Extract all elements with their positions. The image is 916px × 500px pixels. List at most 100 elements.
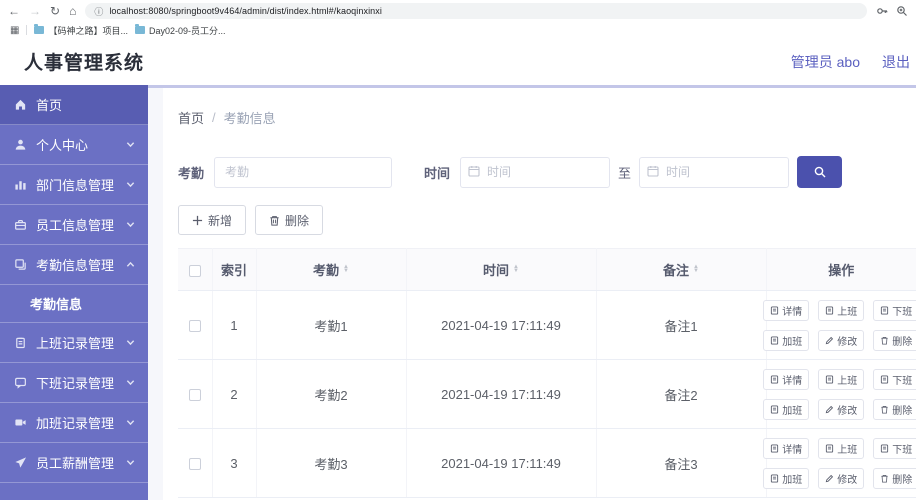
briefcase-icon [13, 218, 27, 232]
site-info-icon[interactable]: ⓘ [94, 5, 103, 18]
cell-kaoqin: 考勤2 [256, 359, 407, 429]
overtime-button[interactable]: 加班 [763, 398, 810, 420]
col-action: 操作 [766, 248, 916, 291]
sidebar-item-label: 个人中心 [36, 138, 89, 153]
doc-icon [881, 305, 889, 315]
delete-button[interactable]: 删除 [255, 205, 324, 235]
sidebar-item-department[interactable]: 部门信息管理 [0, 165, 148, 205]
chevron-down-icon [126, 180, 135, 189]
breadcrumb-current: 考勤信息 [223, 111, 276, 126]
browser-chrome: ← → ↻ ⌂ ⓘ localhost:8080/springboot9v464… [0, 0, 916, 38]
doc-icon [826, 305, 834, 315]
edit-button[interactable]: 修改 [818, 329, 865, 351]
edit-button[interactable]: 修改 [818, 398, 865, 420]
sidebar-item-attendance[interactable]: 考勤信息管理 [0, 245, 148, 285]
table-row: 1 考勤1 2021-04-19 17:11:49 备注1 详情 上班 下班 加… [178, 290, 916, 360]
kaoqin-filter-input[interactable] [214, 156, 393, 188]
apps-grid-icon[interactable]: ▦ [10, 25, 19, 36]
delete-row-button[interactable]: 删除 [873, 329, 916, 351]
clockout-button[interactable]: 下班 [873, 299, 916, 321]
col-note: 备注 ▲ ▼ [596, 248, 767, 291]
time-end-input[interactable] [639, 156, 790, 188]
home-icon [13, 98, 27, 112]
doc-icon [881, 443, 889, 453]
clockin-button[interactable]: 上班 [818, 299, 865, 321]
sidebar-item-clockin[interactable]: 上班记录管理 [0, 323, 148, 363]
edit-button[interactable]: 修改 [818, 467, 865, 489]
sidebar-item-profile[interactable]: 个人中心 [0, 125, 148, 165]
logout-link[interactable]: 退出 [882, 52, 910, 72]
clockout-button[interactable]: 下班 [873, 437, 916, 459]
breadcrumb-separator: / [212, 110, 216, 125]
sidebar-item-label: 首页 [36, 98, 63, 113]
sidebar-item-label: 上班记录管理 [36, 336, 115, 351]
sidebar-item-home[interactable]: 首页 [0, 85, 148, 125]
doc-icon [826, 443, 834, 453]
doc-icon [771, 335, 779, 345]
add-button[interactable]: 新增 [178, 205, 247, 235]
url-text: localhost:8080/springboot9v464/admin/dis… [109, 6, 382, 16]
folder-icon [134, 24, 145, 34]
send-icon [13, 456, 27, 470]
row-checkbox[interactable] [188, 458, 201, 471]
app-title: 人事管理系统 [24, 53, 145, 74]
sort-icon[interactable]: ▲ ▼ [693, 264, 699, 273]
cell-note: 备注2 [596, 359, 767, 429]
filter-bar: 考勤 时间 至 [178, 156, 916, 188]
row-checkbox[interactable] [188, 320, 201, 333]
delete-row-button[interactable]: 删除 [873, 398, 916, 420]
chevron-down-icon [126, 220, 135, 229]
cell-time: 2021-04-19 17:11:49 [406, 359, 597, 429]
cell-index: 3 [212, 428, 257, 498]
user-icon [13, 138, 27, 152]
sidebar-item-employee[interactable]: 员工信息管理 [0, 205, 148, 245]
table-row: 2 考勤2 2021-04-19 17:11:49 备注2 详情 上班 下班 加… [178, 359, 916, 429]
bar-chart-icon [13, 178, 27, 192]
bookmark-item[interactable]: Day02-09-员工分... [134, 24, 226, 37]
bookmark-item[interactable]: 【码神之路】项目... [34, 24, 128, 37]
detail-button[interactable]: 详情 [763, 437, 810, 459]
detail-button[interactable]: 详情 [763, 368, 810, 390]
clockin-button[interactable]: 上班 [818, 368, 865, 390]
sidebar-subitem-attendance-info[interactable]: 考勤信息 [0, 285, 148, 323]
delete-row-button[interactable]: 删除 [873, 467, 916, 489]
home-nav-icon[interactable]: ⌂ [69, 5, 76, 17]
clipboard-icon [13, 336, 27, 350]
address-bar[interactable]: ⓘ localhost:8080/springboot9v464/admin/d… [85, 3, 867, 19]
video-icon [13, 416, 27, 430]
chevron-down-icon [126, 140, 135, 149]
time-start-input[interactable] [460, 156, 611, 188]
zoom-icon[interactable] [896, 5, 908, 17]
sidebar: 首页 个人中心 部门信息管理 员工信息管理 考勤信息管理 考勤信息 上班记录管理… [0, 85, 148, 500]
refresh-icon[interactable]: ↻ [50, 5, 60, 17]
back-icon[interactable]: ← [8, 5, 20, 17]
sort-icon[interactable]: ▲ ▼ [343, 264, 349, 273]
overtime-button[interactable]: 加班 [763, 467, 810, 489]
overtime-button[interactable]: 加班 [763, 329, 810, 351]
sort-icon[interactable]: ▲ ▼ [513, 264, 519, 273]
clockin-button[interactable]: 上班 [818, 437, 865, 459]
breadcrumb-home[interactable]: 首页 [178, 108, 204, 127]
row-checkbox[interactable] [188, 389, 201, 402]
select-all-checkbox[interactable] [188, 264, 201, 277]
sidebar-item-overtime[interactable]: 加班记录管理 [0, 403, 148, 443]
password-key-icon[interactable] [876, 5, 888, 17]
app-header: 人事管理系统 管理员 abo 退出 [0, 38, 916, 85]
cell-index: 1 [212, 290, 257, 360]
pencil-icon [825, 474, 834, 482]
detail-button[interactable]: 详情 [763, 299, 810, 321]
cell-time: 2021-04-19 17:11:49 [406, 428, 597, 498]
col-index: 索引 [212, 248, 257, 291]
sidebar-subitem-label: 考勤信息 [30, 297, 83, 312]
bookmark-label: Day02-09-员工分... [148, 25, 226, 36]
clockout-button[interactable]: 下班 [873, 368, 916, 390]
forward-icon[interactable]: → [29, 5, 41, 17]
sidebar-item-salary[interactable]: 员工薪酬管理 [0, 443, 148, 483]
table-row: 3 考勤3 2021-04-19 17:11:49 备注3 详情 上班 下班 加… [178, 428, 916, 498]
chevron-down-icon [126, 338, 135, 347]
search-button[interactable] [797, 156, 843, 188]
folder-icon [34, 24, 45, 34]
sidebar-item-label: 加班记录管理 [36, 416, 115, 431]
main-content: 首页 / 考勤信息 考勤 时间 至 [148, 85, 916, 500]
sidebar-item-clockout[interactable]: 下班记录管理 [0, 363, 148, 403]
